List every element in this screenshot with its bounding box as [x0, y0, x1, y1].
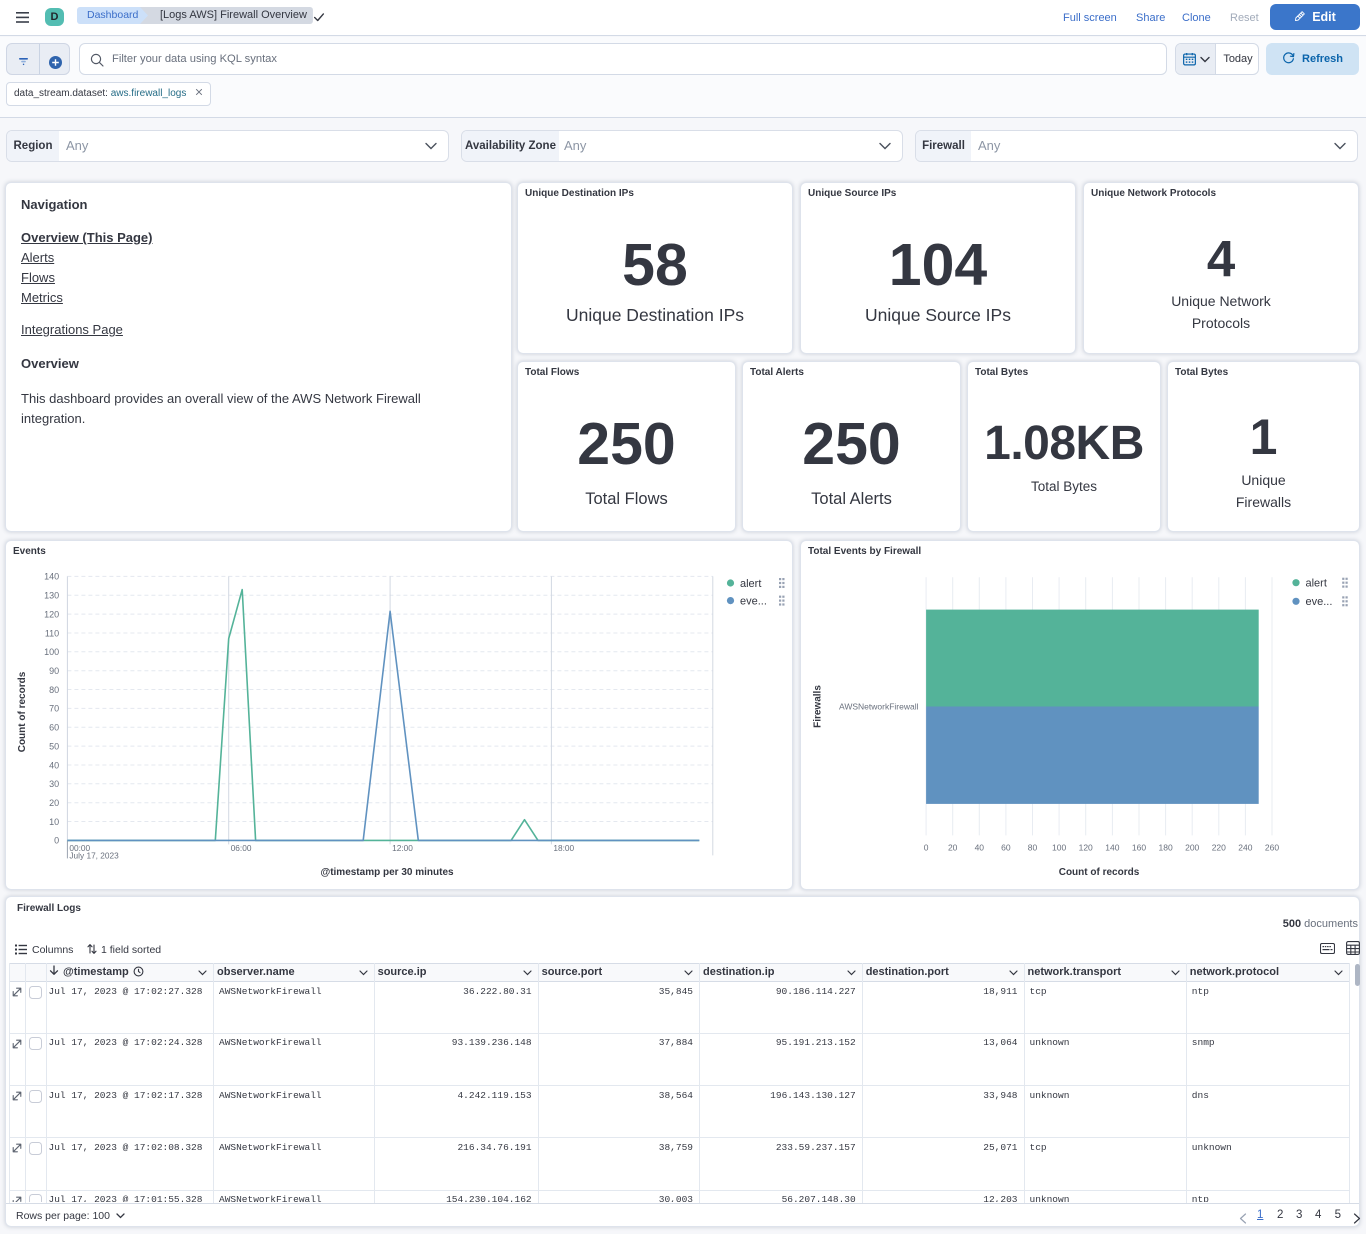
svg-text:alert: alert	[740, 578, 761, 590]
svg-text:60: 60	[49, 723, 59, 733]
svg-text:220: 220	[1212, 843, 1226, 853]
svg-text:06:00: 06:00	[231, 843, 252, 853]
svg-text:100: 100	[44, 647, 59, 657]
svg-text:140: 140	[1105, 843, 1119, 853]
svg-text:50: 50	[49, 741, 59, 751]
svg-text:AWSNetworkFirewall: AWSNetworkFirewall	[839, 702, 919, 712]
svg-text:160: 160	[1132, 843, 1146, 853]
svg-text:130: 130	[44, 591, 59, 601]
svg-text:90: 90	[49, 666, 59, 676]
svg-text:eve...: eve...	[740, 595, 767, 607]
svg-text:60: 60	[1001, 843, 1011, 853]
svg-text:Count of records: Count of records	[17, 671, 28, 752]
svg-text:70: 70	[49, 704, 59, 714]
svg-text:40: 40	[49, 760, 59, 770]
svg-text:240: 240	[1238, 843, 1252, 853]
svg-text:120: 120	[1079, 843, 1093, 853]
svg-text:18:00: 18:00	[553, 843, 574, 853]
svg-text:12:00: 12:00	[392, 843, 413, 853]
svg-text:200: 200	[1185, 843, 1199, 853]
svg-text:July 17, 2023: July 17, 2023	[69, 851, 119, 861]
svg-text:0: 0	[54, 836, 59, 846]
svg-text:80: 80	[1028, 843, 1038, 853]
svg-text:30: 30	[49, 779, 59, 789]
svg-text:180: 180	[1159, 843, 1173, 853]
svg-text:Count of records: Count of records	[1059, 867, 1140, 878]
svg-text:40: 40	[975, 843, 985, 853]
svg-text:20: 20	[948, 843, 958, 853]
svg-text:eve...: eve...	[1306, 596, 1333, 608]
svg-text:140: 140	[44, 572, 59, 582]
svg-text:100: 100	[1052, 843, 1066, 853]
svg-text:20: 20	[49, 798, 59, 808]
svg-text:120: 120	[44, 609, 59, 619]
svg-text:Firewalls: Firewalls	[813, 685, 824, 728]
svg-text:80: 80	[49, 685, 59, 695]
svg-text:110: 110	[45, 628, 59, 638]
svg-text:10: 10	[49, 817, 59, 827]
svg-text:alert: alert	[1306, 578, 1327, 590]
svg-text:260: 260	[1265, 843, 1279, 853]
svg-text:@timestamp per 30 minutes: @timestamp per 30 minutes	[320, 867, 454, 878]
svg-text:0: 0	[924, 843, 929, 853]
